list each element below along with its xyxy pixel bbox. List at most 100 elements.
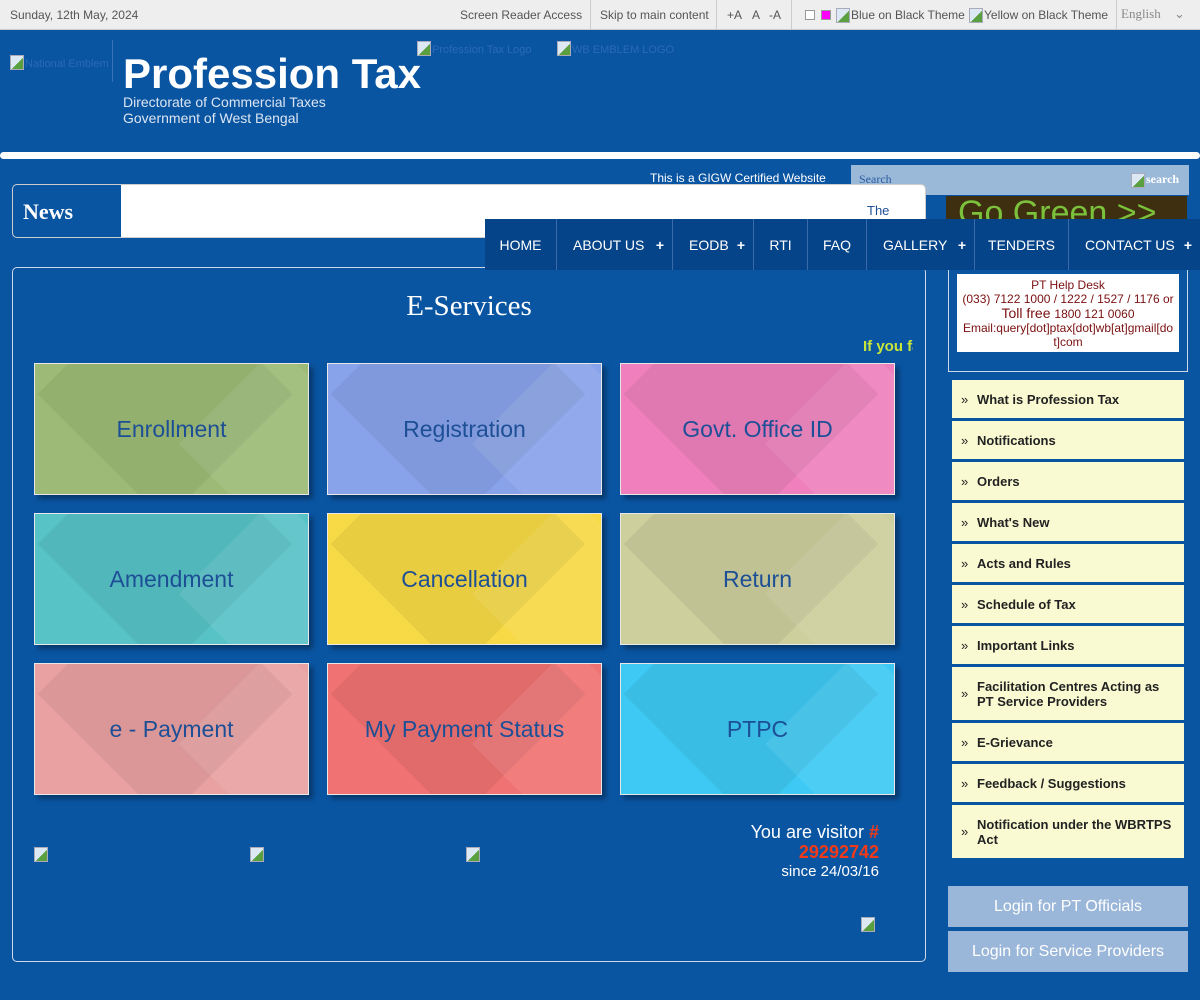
header-divider — [0, 152, 1200, 159]
tile-label: PTPC — [726, 715, 789, 742]
helpdesk-email[interactable]: query[dot]ptax[dot]wb[at]gmail[dot]com — [996, 321, 1173, 349]
sidebar-link[interactable]: Orders — [952, 462, 1184, 500]
yellow-on-black-theme-button[interactable]: Yellow on Black Theme — [969, 8, 1108, 24]
top-utility-bar: Sunday, 12th May, 2024 Screen Reader Acc… — [0, 0, 1200, 30]
eservice-tile-govt-office-id[interactable]: Govt. Office ID — [620, 363, 895, 495]
nav-label: CONTACT US — [1085, 236, 1175, 253]
broken-image-icon — [466, 847, 480, 863]
font-normal-button[interactable]: A — [752, 8, 760, 22]
chevron-down-icon: ⌄ — [1173, 6, 1185, 21]
helpdesk-box: PT Help Desk (033) 7122 1000 / 1222 / 15… — [957, 274, 1179, 352]
tile-label: Registration — [403, 415, 526, 442]
eservice-tile-return[interactable]: Return — [620, 513, 895, 645]
site-subtitle: Directorate of Commercial Taxes — [123, 94, 326, 110]
broken-image-icon — [34, 847, 48, 863]
footer-image — [466, 846, 481, 864]
tile-label: Amendment — [109, 565, 234, 592]
sidebar-link[interactable]: Notification under the WBRTPS Act — [952, 805, 1184, 858]
nav-label: TENDERS — [988, 236, 1055, 253]
footer-image — [861, 916, 876, 934]
eservice-tile-enrollment[interactable]: Enrollment — [34, 363, 309, 495]
news-label: News — [13, 185, 121, 237]
broken-image-icon — [836, 8, 850, 24]
nav-label: EODB — [689, 236, 729, 253]
tile-label: Govt. Office ID — [682, 415, 833, 442]
login-service-providers-button[interactable]: Login for Service Providers — [948, 931, 1188, 972]
tile-label: Cancellation — [401, 565, 528, 592]
broken-image-icon — [250, 847, 264, 863]
site-subtitle-2: Government of West Bengal — [123, 110, 299, 126]
news-ticker-text[interactable]: The — [867, 203, 889, 218]
skip-to-main-link[interactable]: Skip to main content — [600, 8, 709, 22]
nav-item-about-us[interactable]: ABOUT US + — [557, 219, 673, 270]
nav-item-rti[interactable]: RTI — [754, 219, 808, 270]
sidebar-link[interactable]: Notifications — [952, 421, 1184, 459]
tile-label: Return — [722, 565, 793, 592]
broken-image-icon — [861, 917, 875, 933]
wb-emblem-logo: WB EMBLEM LOGO — [557, 40, 674, 58]
plus-icon[interactable]: + — [656, 237, 664, 253]
helpdesk-phones: (033) 7122 1000 / 1222 / 1527 / 1176 or — [962, 292, 1174, 306]
gigw-certified-text: This is a GIGW Certified Website — [650, 171, 826, 185]
sidebar-link[interactable]: What is Profession Tax — [952, 380, 1184, 418]
login-pt-officials-button[interactable]: Login for PT Officials — [948, 886, 1188, 927]
broken-image-icon — [1131, 172, 1145, 188]
tile-label: Enrollment — [116, 415, 227, 442]
nav-item-home[interactable]: HOME — [485, 219, 557, 270]
broken-image-icon — [969, 8, 983, 24]
pink-theme-button[interactable] — [821, 10, 831, 20]
screen-reader-link[interactable]: Screen Reader Access — [460, 8, 582, 22]
eservice-tile-e-payment[interactable]: e - Payment — [34, 663, 309, 795]
tollfree-label: Toll free — [1001, 305, 1051, 321]
font-increase-button[interactable]: +A — [727, 8, 742, 22]
broken-image-icon — [557, 41, 571, 57]
sidebar-link[interactable]: What's New — [952, 503, 1184, 541]
sidebar-link[interactable]: Important Links — [952, 626, 1184, 664]
helpdesk-panel: PT Help Desk (033) 7122 1000 / 1222 / 15… — [948, 268, 1188, 372]
footer-image — [34, 846, 49, 864]
nav-item-eodb[interactable]: EODB + — [673, 219, 754, 270]
nav-item-tenders[interactable]: TENDERS — [975, 219, 1069, 270]
divider — [716, 0, 717, 30]
blue-on-black-theme-button[interactable]: Blue on Black Theme — [836, 8, 965, 24]
tile-label: e - Payment — [109, 715, 234, 742]
sidebar-link[interactable]: Schedule of Tax — [952, 585, 1184, 623]
visitor-count: 29292742 — [798, 842, 879, 862]
nav-label: FAQ — [822, 236, 851, 253]
footer-image — [250, 846, 265, 864]
font-decrease-button[interactable]: -A — [769, 8, 781, 22]
visitor-since: since 24/03/16 — [781, 863, 879, 880]
plus-icon[interactable]: + — [737, 237, 745, 253]
nav-label: ABOUT US — [573, 236, 645, 253]
nav-label: RTI — [769, 236, 792, 253]
nav-item-faq[interactable]: FAQ — [808, 219, 867, 270]
divider — [112, 40, 113, 82]
email-label: Email: — [962, 321, 997, 335]
sidebar-link[interactable]: Facilitation Centres Acting as PT Servic… — [952, 667, 1184, 720]
divider — [1116, 0, 1117, 30]
eservices-title: E-Services — [406, 290, 532, 322]
tollfree-number: 1800 121 0060 — [1054, 307, 1135, 321]
eservice-tile-my-payment-status[interactable]: My Payment Status — [327, 663, 602, 795]
current-date: Sunday, 12th May, 2024 — [10, 8, 139, 22]
broken-image-icon — [10, 55, 24, 71]
helpdesk-title: PT Help Desk — [1031, 278, 1105, 292]
eservice-tile-registration[interactable]: Registration — [327, 363, 602, 495]
sidebar-link[interactable]: Acts and Rules — [952, 544, 1184, 582]
sidebar-link[interactable]: E-Grievance — [952, 723, 1184, 761]
plus-icon[interactable]: + — [1184, 237, 1192, 253]
eservice-tile-amendment[interactable]: Amendment — [34, 513, 309, 645]
nav-item-contact-us[interactable]: CONTACT US + — [1069, 219, 1200, 270]
eservice-tile-cancellation[interactable]: Cancellation — [327, 513, 602, 645]
visitor-counter: You are visitor # 29292742 since 24/03/1… — [751, 822, 879, 882]
language-select[interactable]: English ⌄ — [1121, 6, 1185, 22]
search-button[interactable]: search — [1131, 172, 1179, 188]
nav-label: HOME — [499, 236, 542, 253]
nav-item-gallery[interactable]: GALLERY + — [867, 219, 975, 270]
plus-icon[interactable]: + — [958, 237, 966, 253]
main-nav: HOME ABOUT US + EODB + RTI FAQ GALLERY + TENDERS C… — [485, 219, 1200, 270]
sidebar-link[interactable]: Feedback / Suggestions — [952, 764, 1184, 802]
visitor-hash: # — [868, 822, 879, 842]
white-theme-button[interactable] — [805, 10, 815, 20]
eservice-tile-ptpc[interactable]: PTPC — [620, 663, 895, 795]
